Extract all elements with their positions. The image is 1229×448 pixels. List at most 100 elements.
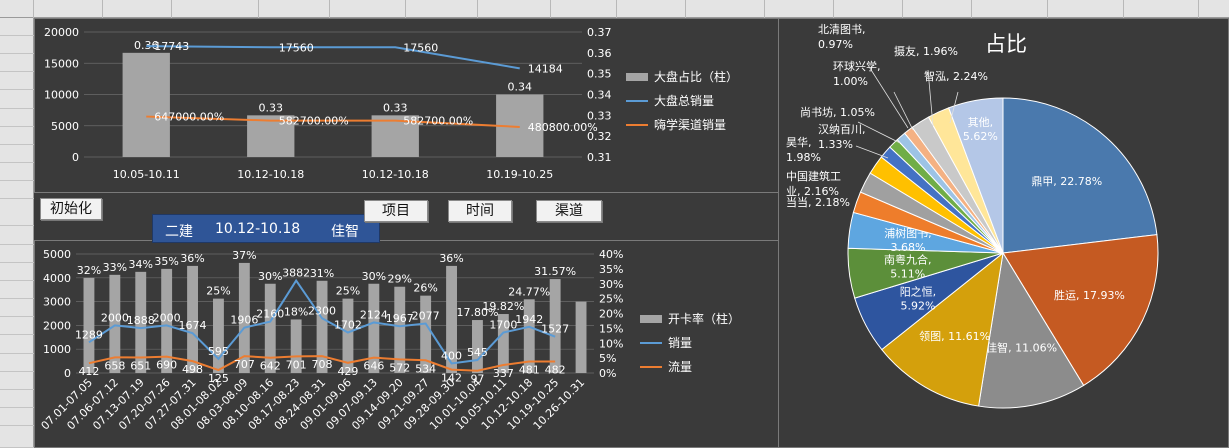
- bar-data-label: 34%: [129, 258, 153, 271]
- line-data-label: 337: [493, 367, 514, 380]
- column-header-cell[interactable]: [1048, 0, 1124, 18]
- column-header-cell[interactable]: [478, 0, 551, 18]
- left-axis-tick: 2000: [43, 319, 71, 332]
- line-data-label: 400: [441, 349, 462, 362]
- line-data-label: 1700: [489, 319, 517, 332]
- column-header-cell[interactable]: [34, 0, 103, 18]
- row-header-cell[interactable]: [0, 145, 34, 163]
- init-button[interactable]: 初始化: [40, 198, 102, 220]
- right-axis-tick: 0.36: [587, 47, 612, 60]
- column-header-cell[interactable]: [172, 0, 259, 18]
- time-button[interactable]: 时间: [448, 200, 512, 222]
- line-data-label: 481: [519, 364, 540, 377]
- column-header-cell[interactable]: [686, 0, 765, 18]
- column-header-cell[interactable]: [903, 0, 972, 18]
- bar-data-label: 31.57%: [534, 265, 576, 278]
- channel-button[interactable]: 渠道: [536, 200, 602, 222]
- legend-entry: 大盘占比（柱）: [654, 69, 738, 84]
- row-header-cell[interactable]: [0, 372, 34, 390]
- column-header-cell[interactable]: [259, 0, 330, 18]
- pie-data-label: 佳智, 11.06%: [986, 340, 1057, 354]
- pie-data-label: 1.33%: [818, 138, 853, 151]
- column-header-cell[interactable]: [765, 0, 834, 18]
- row-header-cell[interactable]: [0, 408, 34, 426]
- bar-data-label: 33%: [103, 261, 127, 274]
- column-header-cell[interactable]: [972, 0, 1048, 18]
- left-axis-tick: 3000: [43, 296, 71, 309]
- line-data-label: 1289: [75, 328, 103, 341]
- bar-data-label: 25%: [336, 285, 360, 298]
- left-axis-tick: 0: [64, 367, 71, 380]
- row-header-cell[interactable]: [0, 245, 34, 263]
- line-data-label: 1967: [386, 312, 414, 325]
- left-axis-tick: 1000: [43, 343, 71, 356]
- right-axis-tick: 0.31: [587, 151, 612, 164]
- line-data-label: 1888: [127, 314, 155, 327]
- pie-data-label: 智泓, 2.24%: [924, 69, 988, 83]
- column-header-cell[interactable]: [1124, 0, 1199, 18]
- line-data-label: 1674: [179, 319, 207, 332]
- row-header-cell[interactable]: [0, 36, 34, 54]
- right-axis-tick: 40%: [599, 248, 623, 261]
- pie-data-label: 5.11%: [890, 268, 925, 281]
- legend-entry: 大盘总销量: [654, 93, 714, 108]
- line-data-label: 595: [208, 345, 229, 358]
- row-header-cell[interactable]: [0, 281, 34, 299]
- left-axis-tick: 5000: [43, 248, 71, 261]
- pie-data-label: 胜运, 17.93%: [1054, 288, 1125, 302]
- column-header-cell[interactable]: [330, 0, 406, 18]
- share-pie-chart[interactable]: 占比鼎甲, 22.78% 胜运, 17.93% 佳智, 11.06%领图, 11.6…: [778, 18, 1229, 448]
- row-header-cell[interactable]: [0, 226, 34, 245]
- row-header-cell[interactable]: [0, 72, 34, 90]
- column-header-cell[interactable]: [103, 0, 172, 18]
- row-header-cell[interactable]: [0, 181, 34, 199]
- line-data-label: 708: [312, 358, 333, 371]
- row-header-cell[interactable]: [0, 199, 34, 226]
- filter-display: 二建 10.12-10.18 佳智: [152, 214, 380, 243]
- legend-swatch: [640, 315, 662, 323]
- row-header-cell[interactable]: [0, 54, 34, 72]
- pie-data-label: 尚书坊, 1.05%: [800, 105, 875, 119]
- row-header-cell[interactable]: [0, 109, 34, 127]
- column-header-cell[interactable]: [551, 0, 617, 18]
- weekly-combo-chart[interactable]: 0100020003000400050000%5%10%15%20%25%30%…: [34, 240, 779, 448]
- row-header-cell[interactable]: [0, 426, 34, 448]
- row-header-cell[interactable]: [0, 263, 34, 281]
- column-header-cell[interactable]: [406, 0, 478, 18]
- row-header-cell[interactable]: [0, 127, 34, 145]
- right-axis-tick: 10%: [599, 337, 623, 350]
- column-header-cell[interactable]: [617, 0, 686, 18]
- right-axis-tick: 25%: [599, 293, 623, 306]
- line-data-label: 1527: [541, 323, 569, 336]
- line-data-label: 658: [104, 359, 125, 372]
- line-data-label: 1906: [230, 314, 258, 327]
- line-data-label: 412: [78, 365, 99, 378]
- summary-combo-chart[interactable]: 050001000015000200000.310.320.330.340.35…: [34, 18, 779, 193]
- left-axis-tick: 0: [72, 151, 79, 164]
- bar-data-label: 29%: [388, 273, 412, 286]
- row-header-cell[interactable]: [0, 163, 34, 181]
- row-header-cell[interactable]: [0, 317, 34, 335]
- project-button[interactable]: 项目: [364, 200, 428, 222]
- row-header-cell[interactable]: [0, 299, 34, 317]
- row-header-cell[interactable]: [0, 390, 34, 408]
- left-axis-tick: 4000: [43, 272, 71, 285]
- pie-data-label: 3.68%: [890, 241, 925, 254]
- row-header-cell[interactable]: [0, 90, 34, 109]
- line-data-label: 1702: [334, 318, 362, 331]
- legend-entry: 销量: [668, 336, 692, 350]
- bar-mark: [575, 301, 587, 373]
- column-header-cell[interactable]: [834, 0, 903, 18]
- row-header-cell[interactable]: [0, 354, 34, 372]
- pie-data-label: 其他,: [968, 116, 994, 129]
- legend-entry: 开卡率（柱）: [668, 311, 740, 326]
- row-header-cell[interactable]: [0, 18, 34, 36]
- line-data-label: 582700.00%: [279, 115, 349, 128]
- line-data-label: 701: [286, 358, 307, 371]
- line-data-label: 3882: [282, 267, 310, 280]
- line-data-label: 498: [182, 363, 203, 376]
- row-header-cell[interactable]: [0, 335, 34, 354]
- bar-data-label: 0.34: [508, 81, 533, 94]
- line-data-label: 17560: [403, 41, 438, 54]
- line-data-label: 690: [156, 359, 177, 372]
